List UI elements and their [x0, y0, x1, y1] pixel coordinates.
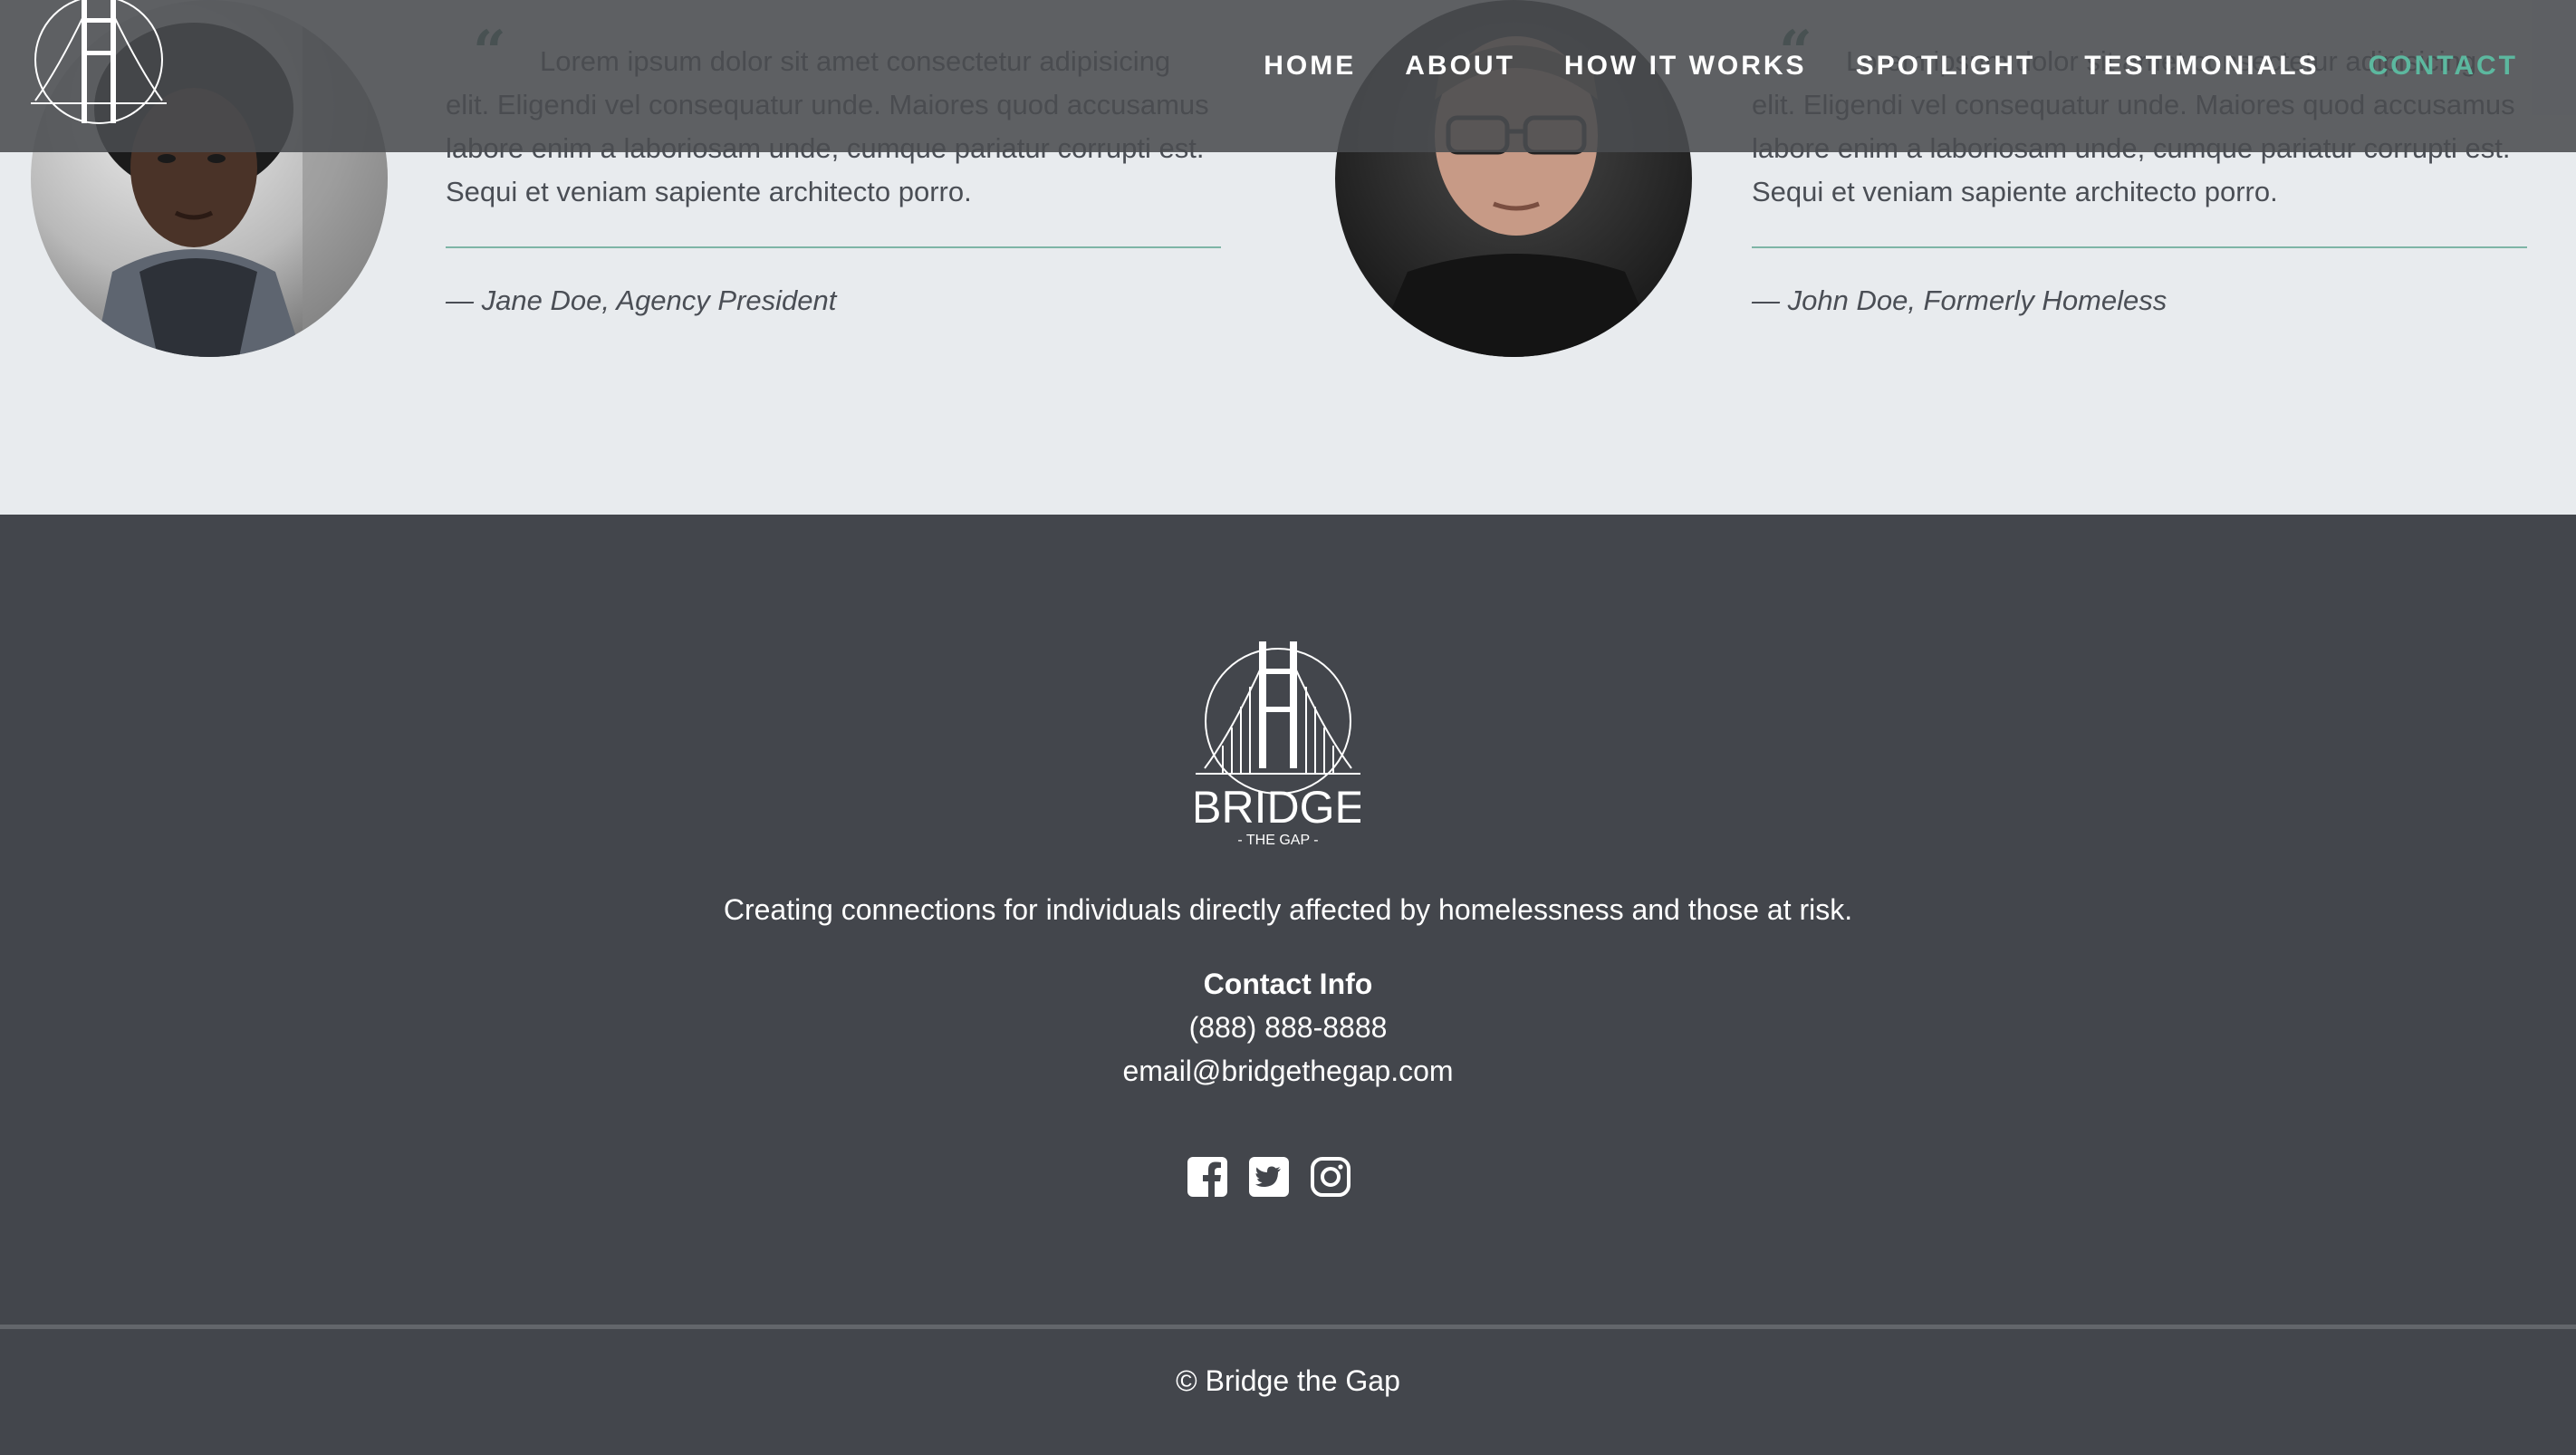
nav-item-home[interactable]: HOME	[1264, 51, 1356, 82]
bridge-logo-icon[interactable]	[31, 0, 167, 132]
logo-wordmark: BRIDGE	[1196, 782, 1360, 833]
nav-menu: HOME ABOUT HOW IT WORKS SPOTLIGHT TESTIM…	[1264, 51, 2518, 82]
nav-item-spotlight[interactable]: SPOTLIGHT	[1856, 51, 2036, 82]
contact-phone[interactable]: (888) 888-8888	[0, 1011, 2576, 1045]
social-links	[1187, 1156, 1351, 1198]
copyright: © Bridge the Gap	[1176, 1364, 1400, 1397]
footer-tagline: Creating connections for individuals dir…	[723, 893, 1853, 926]
facebook-icon[interactable]	[1187, 1156, 1228, 1198]
testimonial-attribution: — Jane Doe, Agency President	[446, 284, 837, 316]
divider	[1752, 246, 2527, 248]
twitter-icon[interactable]	[1248, 1156, 1290, 1198]
contact-heading: Contact Info	[1203, 968, 1373, 1000]
testimonial-attribution: — John Doe, Formerly Homeless	[1752, 284, 2167, 316]
nav-item-contact[interactable]: CONTACT	[2369, 51, 2518, 82]
footer-divider	[0, 1325, 2576, 1329]
footer-logo[interactable]: BRIDGE - THE GAP -	[1191, 641, 1365, 850]
nav-item-about[interactable]: ABOUT	[1405, 51, 1515, 82]
nav-item-how-it-works[interactable]: HOW IT WORKS	[1564, 51, 1807, 82]
footer: BRIDGE - THE GAP - Creating connections …	[0, 515, 2576, 1455]
top-navbar: HOME ABOUT HOW IT WORKS SPOTLIGHT TESTIM…	[0, 0, 2576, 152]
logo-subtitle: - THE GAP -	[1237, 833, 1318, 848]
nav-item-testimonials[interactable]: TESTIMONIALS	[2084, 51, 2319, 82]
instagram-icon[interactable]	[1310, 1156, 1351, 1198]
contact-email[interactable]: email@bridgethegap.com	[0, 1055, 2576, 1088]
divider	[446, 246, 1221, 248]
